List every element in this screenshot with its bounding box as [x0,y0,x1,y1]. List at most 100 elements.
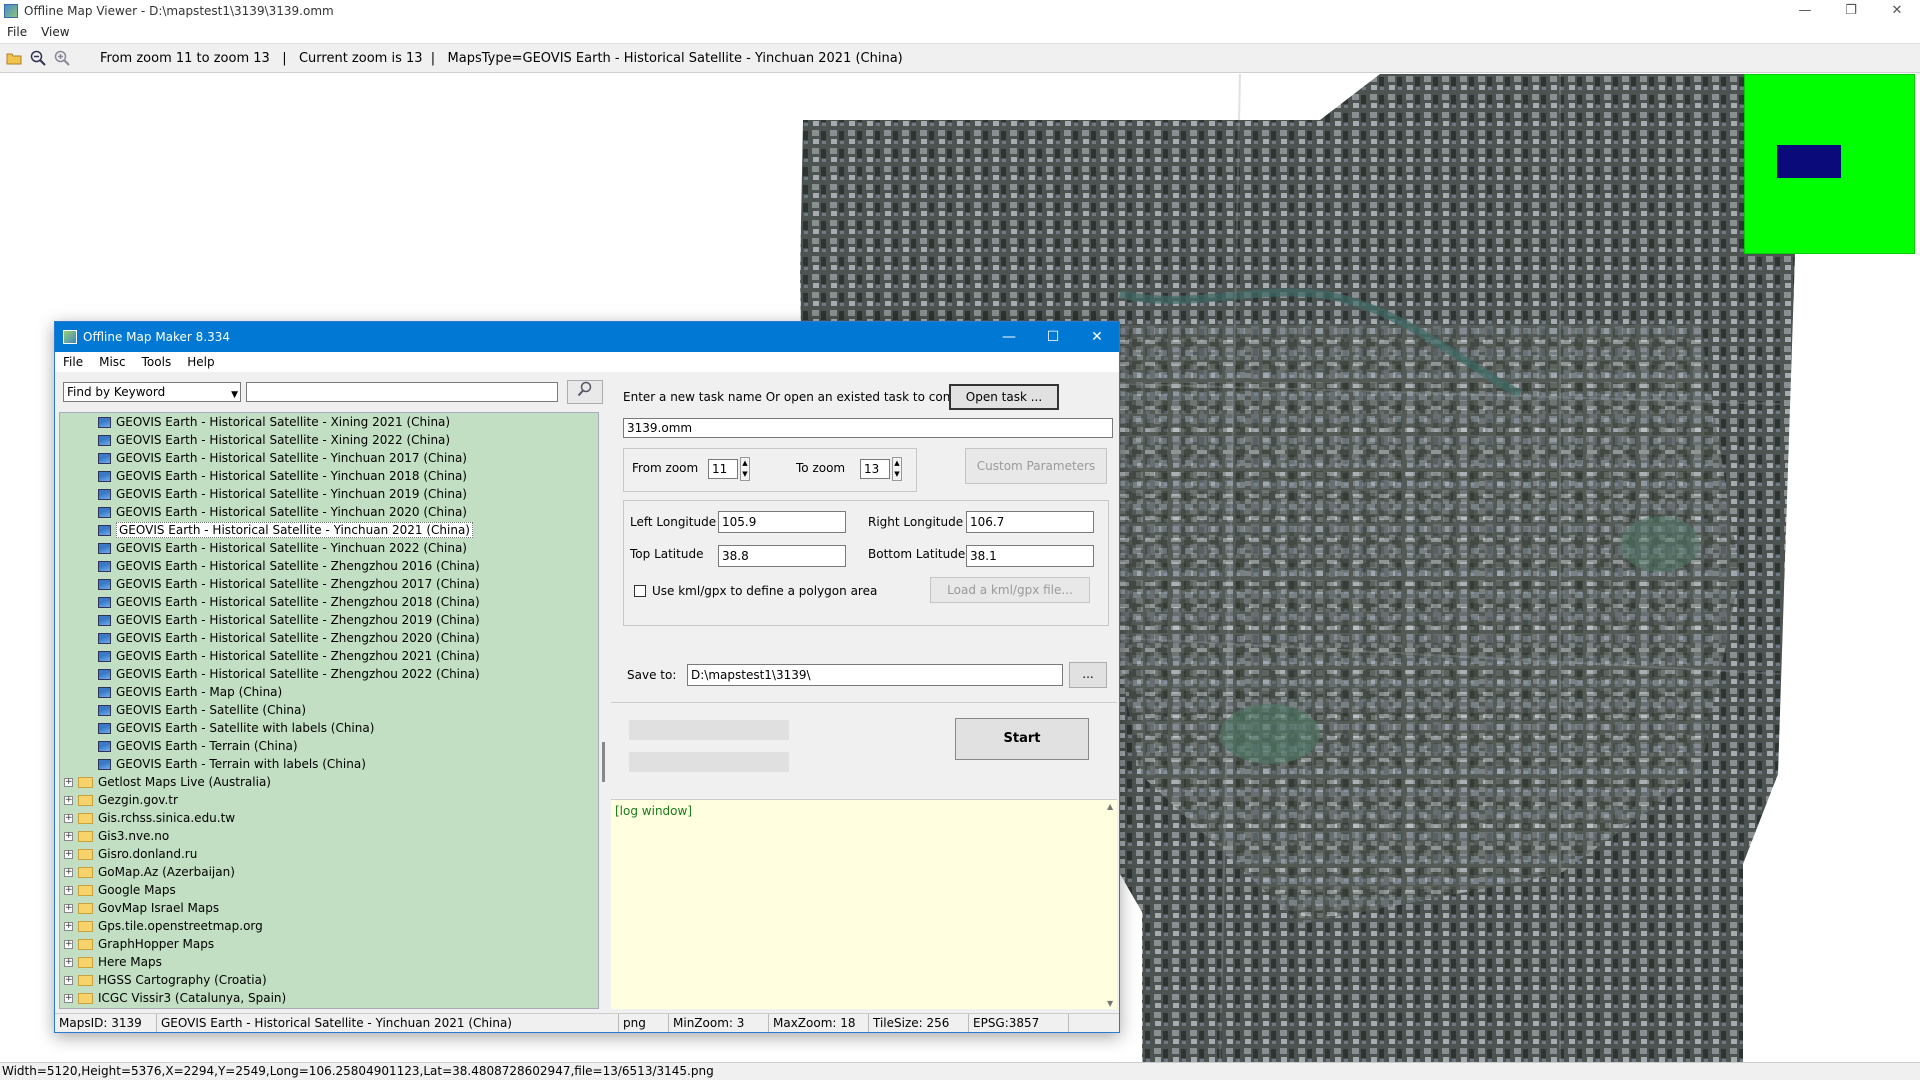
map-source-item[interactable]: GEOVIS Earth - Historical Satellite - Yi… [60,539,598,557]
load-kml-button[interactable]: Load a kml/gpx file... [930,577,1090,603]
dialog-minimize-button[interactable]: — [987,322,1031,352]
log-window[interactable]: [log window] ▲ ▼ [611,799,1117,1009]
menu-file[interactable]: File [0,25,34,39]
zoom-out-icon[interactable] [28,48,48,68]
map-source-item[interactable]: GEOVIS Earth - Terrain with labels (Chin… [60,755,598,773]
search-input[interactable] [246,382,558,402]
tree-item-label: GoMap.Az (Azerbaijan) [98,865,235,879]
viewer-title-bar: Offline Map Viewer - D:\mapstest1\3139\3… [0,0,1920,22]
save-to-input[interactable]: D:\mapstest1\3139\ [687,664,1063,686]
map-source-item[interactable]: GEOVIS Earth - Historical Satellite - Yi… [60,503,598,521]
right-longitude-input[interactable]: 106.7 [966,511,1094,533]
map-source-item[interactable]: GEOVIS Earth - Satellite (China) [60,701,598,719]
top-latitude-input[interactable]: 38.8 [718,545,846,567]
map-provider-folder[interactable]: + Gis.rchss.sinica.edu.tw [60,809,598,827]
from-zoom-stepper[interactable]: ▲ ▼ [740,457,750,481]
menu-view[interactable]: View [34,25,76,39]
map-provider-folder[interactable]: + Gps.tile.openstreetmap.org [60,917,598,935]
expand-icon[interactable]: + [64,886,73,895]
expand-icon[interactable]: + [64,940,73,949]
folder-icon [78,795,93,806]
expand-icon[interactable]: + [64,922,73,931]
expand-icon[interactable]: + [64,958,73,967]
expand-icon[interactable]: + [64,850,73,859]
to-zoom-stepper[interactable]: ▲ ▼ [892,457,902,481]
map-source-item[interactable]: GEOVIS Earth - Historical Satellite - Zh… [60,611,598,629]
tree-scrollbar[interactable] [600,412,607,1009]
open-folder-icon[interactable] [4,48,24,68]
map-provider-folder[interactable]: + Here Maps [60,953,598,971]
scroll-down-icon[interactable]: ▼ [1107,999,1113,1008]
expand-icon[interactable]: + [64,868,73,877]
map-source-item[interactable]: GEOVIS Earth - Historical Satellite - Yi… [60,521,598,539]
start-button[interactable]: Start [955,718,1089,760]
map-icon [98,543,111,554]
map-source-item[interactable]: GEOVIS Earth - Historical Satellite - Zh… [60,665,598,683]
dialog-menu-tools[interactable]: Tools [134,355,180,369]
close-button[interactable]: ✕ [1874,0,1920,22]
dialog-menu-file[interactable]: File [55,355,91,369]
map-source-item[interactable]: GEOVIS Earth - Historical Satellite - Yi… [60,485,598,503]
map-provider-folder[interactable]: + GoMap.Az (Azerbaijan) [60,863,598,881]
zoom-in-icon[interactable] [52,48,72,68]
dialog-menu-help[interactable]: Help [179,355,222,369]
map-source-tree[interactable]: GEOVIS Earth - Historical Satellite - Xi… [59,412,599,1009]
expand-icon[interactable]: + [64,832,73,841]
bottom-latitude-input[interactable]: 38.1 [966,545,1094,567]
log-scrollbar[interactable]: ▲ ▼ [1105,800,1117,1010]
viewer-toolbar: From zoom 11 to zoom 13 | Current zoom i… [0,43,1920,73]
task-name-input[interactable]: 3139.omm [623,418,1113,438]
expand-icon[interactable]: + [64,904,73,913]
map-source-item[interactable]: GEOVIS Earth - Historical Satellite - Yi… [60,467,598,485]
dialog-maximize-button[interactable]: ☐ [1031,322,1075,352]
expand-icon[interactable]: + [64,778,73,787]
map-provider-folder[interactable]: + GraphHopper Maps [60,935,598,953]
map-source-item[interactable]: GEOVIS Earth - Terrain (China) [60,737,598,755]
map-provider-folder[interactable]: + Google Maps [60,881,598,899]
scroll-up-icon[interactable]: ▲ [1107,802,1113,811]
map-source-item[interactable]: GEOVIS Earth - Historical Satellite - Zh… [60,629,598,647]
map-provider-folder[interactable]: + Gis3.nve.no [60,827,598,845]
map-source-item[interactable]: GEOVIS Earth - Historical Satellite - Yi… [60,449,598,467]
tree-item-label: GEOVIS Earth - Historical Satellite - Zh… [116,649,480,663]
map-icon [98,759,111,770]
from-zoom-input[interactable]: 11 [708,459,738,479]
dialog-close-button[interactable]: ✕ [1075,322,1119,352]
map-source-item[interactable]: GEOVIS Earth - Historical Satellite - Zh… [60,575,598,593]
overview-minimap[interactable] [1744,74,1915,254]
map-source-item[interactable]: GEOVIS Earth - Map (China) [60,683,598,701]
minimap-viewport[interactable] [1777,145,1841,178]
map-provider-folder[interactable]: + HGSS Cartography (Croatia) [60,971,598,989]
map-provider-folder[interactable]: + Gezgin.gov.tr [60,791,598,809]
restore-button[interactable]: ❐ [1828,0,1874,22]
tree-item-label: GEOVIS Earth - Historical Satellite - Zh… [116,631,480,645]
custom-parameters-button[interactable]: Custom Parameters [965,448,1107,484]
dialog-title: Offline Map Maker 8.334 [83,330,231,344]
map-source-item[interactable]: GEOVIS Earth - Historical Satellite - Zh… [60,557,598,575]
expand-icon[interactable]: + [64,814,73,823]
expand-icon[interactable]: + [64,796,73,805]
find-mode-select[interactable]: Find by Keyword ▼ [63,382,241,402]
map-source-item[interactable]: GEOVIS Earth - Historical Satellite - Zh… [60,593,598,611]
left-longitude-input[interactable]: 105.9 [718,511,846,533]
map-provider-folder[interactable]: + Gisro.donland.ru [60,845,598,863]
kml-checkbox[interactable] [634,585,646,597]
open-task-button[interactable]: Open task ... [949,384,1059,410]
map-source-item[interactable]: GEOVIS Earth - Satellite with labels (Ch… [60,719,598,737]
minimize-button[interactable]: — [1782,0,1828,22]
expand-icon[interactable]: + [64,976,73,985]
dialog-title-bar[interactable]: Offline Map Maker 8.334 — ☐ ✕ [55,322,1119,352]
map-icon [98,687,111,698]
map-provider-folder[interactable]: + Getlost Maps Live (Australia) [60,773,598,791]
search-button[interactable] [567,380,603,404]
tree-item-label: GEOVIS Earth - Historical Satellite - Yi… [116,451,467,465]
expand-icon[interactable]: + [64,994,73,1003]
dialog-menu-misc[interactable]: Misc [91,355,134,369]
to-zoom-input[interactable]: 13 [860,459,890,479]
map-source-item[interactable]: GEOVIS Earth - Historical Satellite - Xi… [60,413,598,431]
browse-button[interactable]: ... [1069,662,1107,688]
map-provider-folder[interactable]: + ICGC Vissir3 (Catalunya, Spain) [60,989,598,1007]
map-provider-folder[interactable]: + GovMap Israel Maps [60,899,598,917]
map-source-item[interactable]: GEOVIS Earth - Historical Satellite - Xi… [60,431,598,449]
map-source-item[interactable]: GEOVIS Earth - Historical Satellite - Zh… [60,647,598,665]
